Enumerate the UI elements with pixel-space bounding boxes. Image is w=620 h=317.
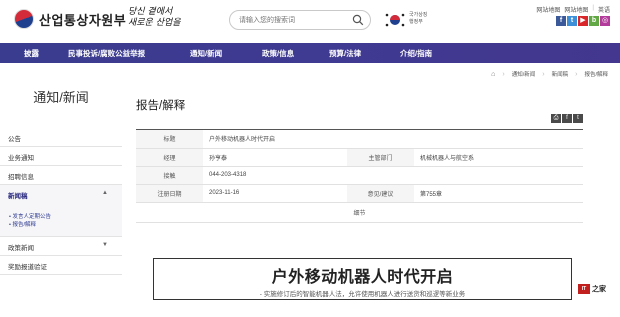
sidebar-item-label: 业务通知 bbox=[8, 155, 34, 162]
search-icon[interactable] bbox=[352, 14, 364, 26]
chevron-right-icon: › bbox=[575, 70, 578, 78]
date-value: 2023-11-16 bbox=[203, 184, 347, 203]
article-box: 户外移动机器人时代开启 - 实施修订后的智能机器人法，允许使用机器人进行送货和巡… bbox=[153, 258, 572, 300]
government-symbol-icon[interactable] bbox=[385, 11, 405, 29]
twitter-icon[interactable]: t bbox=[573, 114, 583, 123]
breadcrumb-item[interactable]: 通知/新闻 bbox=[512, 70, 536, 78]
info-table: 标题 户外移动机器人时代开启 经理 孙亨泰 主管部门 机械机器人与航空系 接触 … bbox=[136, 130, 583, 223]
chevron-down-icon: ▼ bbox=[102, 242, 108, 248]
taegeuk-emblem-icon bbox=[14, 9, 34, 29]
facebook-icon[interactable]: f bbox=[562, 114, 572, 123]
gov-text-line: 행정부 bbox=[409, 19, 423, 25]
gov-symbol-text: 국가상징 행정부 bbox=[409, 12, 427, 26]
twitter-icon[interactable]: t bbox=[567, 16, 577, 26]
breadcrumb-item[interactable]: 新闻稿 bbox=[552, 70, 569, 78]
table-row: 经理 孙亨泰 主管部门 机械机器人与航空系 bbox=[136, 148, 583, 167]
sidebar-item-policy-news[interactable]: 政策新闻 ▼ bbox=[0, 237, 122, 256]
sidebar-item-label: 公告 bbox=[8, 136, 21, 143]
nav-item-about[interactable]: 介绍/指南 bbox=[400, 48, 432, 59]
site-header: 산업통상자원부 당신 곁에서 새로운 산업을 국가상징 행정부 网站地图 网站地… bbox=[0, 0, 620, 40]
sitemap-link[interactable]: 网站地图 bbox=[536, 5, 560, 14]
sidebar: 通知/新闻 公告 业务通知 招聘信息 新闻稿 ▲ • 发言人定期公告 • 报告/… bbox=[0, 72, 122, 317]
contact-value: 044-203-4318 bbox=[203, 166, 583, 185]
slogan-logo: 당신 곁에서 새로운 산업을 bbox=[128, 7, 188, 33]
slogan-line: 새로운 산업을 bbox=[128, 18, 181, 28]
dept-value: 机械机器人与航空系 bbox=[414, 148, 583, 167]
utility-links: 网站地图 网站地图 | 英语 bbox=[536, 5, 610, 14]
ministry-logo[interactable]: 산업통상자원부 bbox=[14, 9, 126, 29]
sidebar-subitem-report[interactable]: • 报告/解释 bbox=[9, 221, 122, 229]
table-row: 接触 044-203-4318 bbox=[136, 166, 583, 185]
sidebar-item-press-release[interactable]: 新闻稿 ▲ • 发言人定期公告 • 报告/解释 bbox=[0, 185, 122, 237]
table-row: 标题 户外移动机器人时代开启 bbox=[136, 130, 583, 149]
search-input[interactable] bbox=[239, 14, 347, 27]
nav-item-news[interactable]: 通知/新闻 bbox=[190, 48, 222, 59]
sidebar-item-reward[interactable]: 奖励报道验证 bbox=[0, 256, 122, 275]
watermark-logo-icon: IT bbox=[578, 284, 590, 294]
sidebar-title: 通知/新闻 bbox=[33, 90, 89, 105]
blog-icon[interactable]: b bbox=[589, 16, 599, 26]
sidebar-item-business-notice[interactable]: 业务通知 bbox=[0, 147, 122, 166]
sns-links: f t ▶ b ◎ bbox=[556, 16, 610, 26]
chevron-right-icon: › bbox=[542, 70, 545, 78]
watermark: IT 之家 bbox=[578, 284, 606, 294]
table-row: 细节 bbox=[136, 202, 583, 223]
manager-label: 经理 bbox=[136, 148, 203, 167]
sidebar-item-label: 奖励报道验证 bbox=[8, 264, 47, 271]
sidebar-item-recruitment[interactable]: 招聘信息 bbox=[0, 166, 122, 185]
separator: | bbox=[592, 5, 594, 11]
sidebar-item-notice[interactable]: 公告 bbox=[0, 128, 122, 147]
date-label: 注册日期 bbox=[136, 184, 203, 203]
print-icon[interactable]: ⎙ bbox=[551, 114, 561, 123]
views-value: 第755章 bbox=[414, 184, 583, 203]
article-subheadline: - 实施修订后的智能机器人法，允许使用机器人进行送货和巡逻等新业务 bbox=[259, 291, 466, 298]
main-nav: 披露 民事投诉/腐败公益举报 通知/新闻 政策/信息 预算/法律 介绍/指南 bbox=[0, 43, 620, 63]
manager-value: 孙亨泰 bbox=[203, 148, 347, 167]
nav-item-complaints[interactable]: 民事投诉/腐败公益举报 bbox=[68, 48, 145, 59]
sidebar-item-label: 招聘信息 bbox=[8, 174, 34, 181]
search-box bbox=[229, 10, 371, 30]
dept-label: 主管部门 bbox=[347, 148, 414, 167]
breadcrumb: ⌂ › 通知/新闻 › 新闻稿 › 报告/解释 bbox=[491, 70, 608, 79]
nav-item-disclosure[interactable]: 披露 bbox=[24, 48, 39, 59]
nav-item-policy[interactable]: 政策/信息 bbox=[262, 48, 294, 59]
chevron-up-icon: ▲ bbox=[102, 190, 108, 196]
instagram-icon[interactable]: ◎ bbox=[600, 16, 610, 26]
sidebar-subitem-spokesperson[interactable]: • 发言人定期公告 bbox=[9, 213, 122, 221]
title-value: 户外移动机器人时代开启 bbox=[203, 130, 583, 149]
watermark-text: 之家 bbox=[592, 286, 606, 293]
english-link[interactable]: 英语 bbox=[598, 5, 610, 14]
home-icon[interactable]: ⌂ bbox=[491, 71, 495, 78]
sidebar-submenu: • 发言人定期公告 • 报告/解释 bbox=[8, 213, 122, 229]
contact-label: 接触 bbox=[136, 166, 203, 185]
facebook-icon[interactable]: f bbox=[556, 16, 566, 26]
slogan-line: 당신 곁에서 bbox=[128, 7, 173, 17]
sidebar-menu: 公告 业务通知 招聘信息 新闻稿 ▲ • 发言人定期公告 • 报告/解释 政策新… bbox=[0, 128, 122, 275]
chevron-right-icon: › bbox=[502, 70, 505, 78]
gov-text-line: 국가상징 bbox=[409, 12, 428, 18]
ministry-name: 산업통상자원부 bbox=[39, 12, 127, 28]
sitemap-link-2[interactable]: 网站地图 bbox=[564, 5, 588, 14]
views-label: 意见/建议 bbox=[347, 184, 414, 203]
detail-label: 细节 bbox=[136, 202, 583, 223]
breadcrumb-item[interactable]: 报告/解释 bbox=[584, 70, 608, 78]
article-headline: 户外移动机器人时代开启 bbox=[271, 269, 454, 286]
table-row: 注册日期 2023-11-16 意见/建议 第755章 bbox=[136, 184, 583, 203]
nav-item-budget[interactable]: 预算/法律 bbox=[329, 48, 361, 59]
page-title: 报告/解释 bbox=[136, 100, 186, 112]
youtube-icon[interactable]: ▶ bbox=[578, 16, 588, 26]
share-tools: ⎙ f t bbox=[551, 114, 583, 123]
sidebar-item-label: 政策新闻 bbox=[8, 245, 34, 252]
title-label: 标题 bbox=[136, 130, 203, 149]
sidebar-item-label: 新闻稿 bbox=[8, 193, 28, 200]
